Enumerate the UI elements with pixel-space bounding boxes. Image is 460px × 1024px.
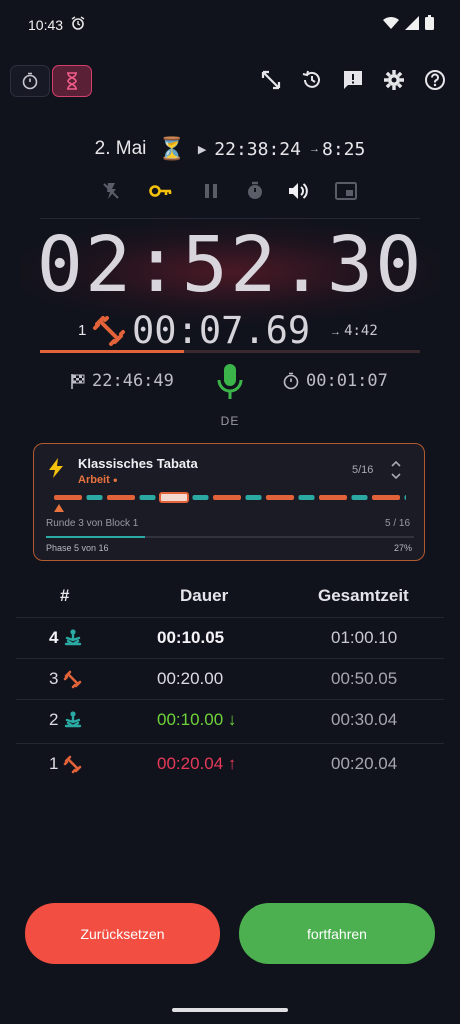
status-time: 10:43: [28, 17, 64, 33]
col-header-number: #: [60, 586, 70, 605]
segment-work: [266, 495, 294, 500]
lap-total: 01:00.10: [331, 628, 398, 647]
segment-rest: [404, 495, 421, 500]
arrow-right-icon: →: [330, 326, 345, 338]
expand-collapse-icon[interactable]: [389, 459, 403, 486]
segment-work: [372, 495, 400, 500]
settings-gear-icon[interactable]: [382, 68, 406, 92]
stopwatch-icon: [22, 72, 38, 90]
lap-total: 00:50.05: [331, 669, 398, 688]
lightning-icon: [48, 458, 64, 483]
picture-in-picture-icon[interactable]: [334, 179, 358, 203]
lap-number: 2: [49, 710, 59, 729]
dumbbell-icon: [92, 313, 126, 352]
continue-button[interactable]: fortfahren: [239, 903, 435, 964]
elapsed-time: 00:01:07: [282, 371, 388, 391]
phase-progress-fill: [46, 536, 146, 538]
stopwatch-mode-button[interactable]: [10, 65, 50, 97]
lap-duration: 00:20.04 ↑: [157, 754, 237, 773]
segment-rest: [192, 495, 209, 500]
segment-rest: [298, 495, 315, 500]
workout-title: Klassisches Tabata: [78, 456, 198, 471]
timer-mode-button[interactable]: [52, 65, 92, 97]
elapsed-value: 00:01:07: [306, 371, 388, 391]
microphone-icon[interactable]: [214, 362, 246, 407]
lap-duration: 00:20.00: [157, 669, 224, 688]
table-divider: [16, 743, 444, 744]
lap-number: 3: [49, 669, 59, 688]
segment-work: [107, 495, 135, 500]
segment-rest: [139, 495, 156, 500]
interval-remaining: → 4:42: [330, 322, 378, 339]
wifi-icon: [383, 16, 399, 29]
start-time: 22:38:24: [214, 138, 301, 160]
hourglass-emoji-icon: ⏳: [158, 136, 186, 161]
feedback-icon[interactable]: [341, 68, 365, 92]
finish-time-value: 22:46:49: [92, 371, 174, 391]
signal-icon: [405, 15, 419, 30]
phase-dot-icon: ●: [112, 475, 118, 485]
stopwatch-toggle-icon[interactable]: [243, 179, 267, 203]
meditation-icon: [63, 710, 83, 735]
finish-time: 22:46:49: [70, 371, 174, 391]
phase-percent: 27%: [394, 543, 413, 553]
workout-phase: Arbeit ●: [78, 474, 118, 486]
interval-time: 00:07.69: [132, 309, 311, 352]
history-icon[interactable]: [300, 68, 324, 92]
lap-duration: 00:10.05: [157, 628, 225, 647]
interval-progress-fill: [40, 350, 185, 353]
segment-work: [54, 495, 82, 500]
pause-icon[interactable]: [199, 179, 223, 203]
arrow-right-icon: →: [308, 143, 320, 155]
session-info: 2. Mai ⏳ ▶ 22:38:24 → 8:25: [0, 136, 460, 162]
meditation-icon: [63, 628, 83, 653]
divider: [40, 218, 420, 219]
segment-rest: [351, 495, 368, 500]
table-divider: [16, 699, 444, 700]
lap-total: 00:20.04: [331, 754, 398, 773]
segment-current: [159, 492, 189, 503]
play-icon: ▶: [197, 143, 207, 156]
dumbbell-icon: [63, 754, 83, 779]
phase-label: Phase 5 von 16: [46, 543, 109, 553]
dumbbell-icon: [63, 669, 83, 694]
segment-work: [213, 495, 241, 500]
resize-icon[interactable]: [259, 68, 283, 92]
col-header-duration: Dauer: [180, 586, 229, 605]
hourglass-icon: [67, 72, 77, 90]
workout-phase-count: 5/16: [352, 464, 374, 476]
voice-language: DE: [220, 414, 240, 428]
home-indicator: [172, 1008, 288, 1012]
checkered-flag-icon: [71, 374, 85, 389]
round-label: Runde 3 von Block 1: [46, 518, 139, 529]
segment-work: [319, 495, 347, 500]
volume-icon[interactable]: [286, 179, 310, 203]
flash-off-icon[interactable]: [99, 179, 123, 203]
segment-rest: [86, 495, 103, 500]
start-marker-icon: [54, 504, 64, 512]
alarm-icon: [70, 15, 86, 36]
table-divider: [16, 658, 444, 659]
lap-total: 00:30.04: [331, 710, 398, 729]
lap-duration: 00:10.00 ↓: [157, 710, 237, 729]
round-number: 1: [78, 322, 87, 339]
battery-icon: [425, 15, 434, 30]
col-header-total: Gesamtzeit: [318, 586, 409, 605]
end-short: 8:25: [321, 138, 366, 160]
remaining-value: 4:42: [344, 323, 378, 339]
lap-number: 4: [49, 628, 59, 647]
lap-number: 1: [49, 754, 59, 773]
main-countdown-time: 02:52.30: [36, 221, 424, 310]
phase-name: Arbeit: [78, 474, 110, 486]
status-icons: [383, 15, 434, 30]
key-icon[interactable]: [149, 179, 173, 203]
help-icon[interactable]: [423, 68, 447, 92]
table-divider: [16, 617, 444, 618]
date-label: 2. Mai: [94, 138, 147, 159]
timer-icon: [283, 372, 299, 390]
segment-rest: [245, 495, 262, 500]
reset-button[interactable]: Zurücksetzen: [25, 903, 220, 964]
round-count: 5 / 16: [385, 518, 411, 529]
